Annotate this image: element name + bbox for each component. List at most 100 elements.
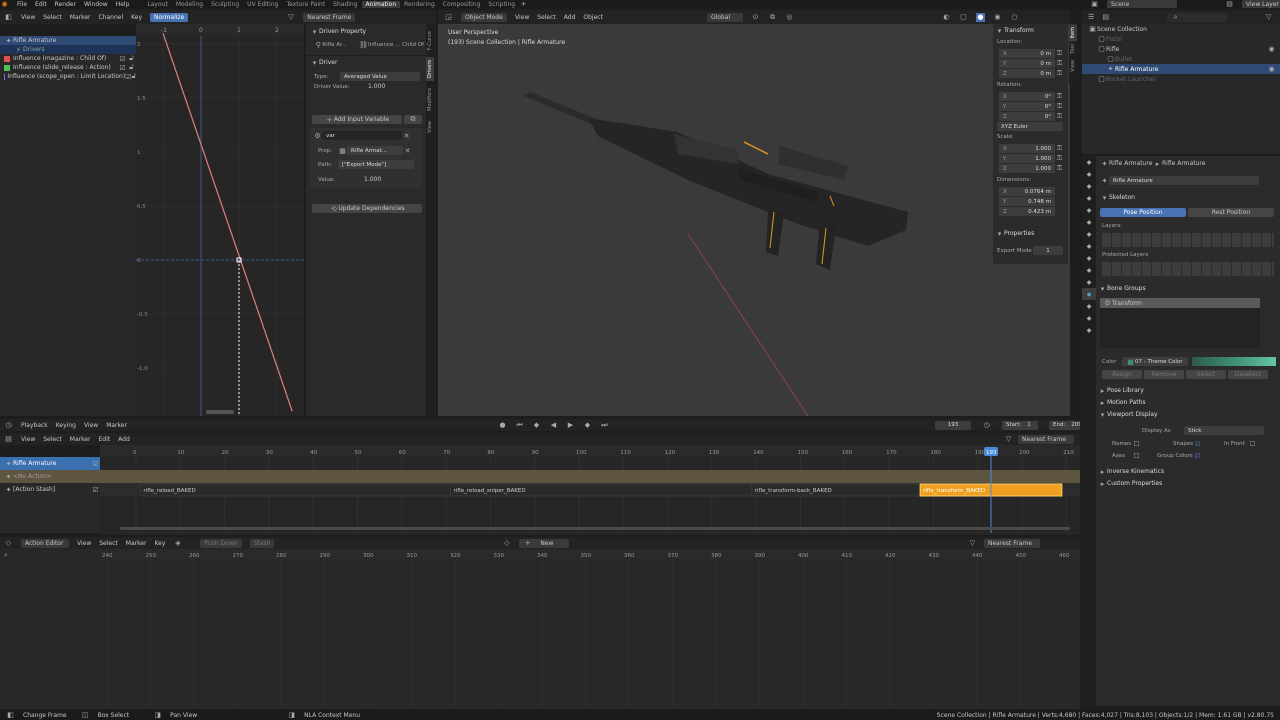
scale-x-field[interactable]: X 1.000 <box>999 144 1055 153</box>
color-set-dropdown[interactable]: ■ 07 - Theme Color <box>1122 357 1188 366</box>
view-layer-selector[interactable]: View Layer <box>1242 0 1280 8</box>
interpolation-icon[interactable]: ◈ <box>173 539 182 548</box>
variable-name-input[interactable]: var <box>322 131 402 140</box>
location-x-field[interactable]: X 0 m <box>999 49 1055 58</box>
properties-tab-bone-icon[interactable]: ◆ <box>1082 300 1096 312</box>
collapse-icon[interactable]: ▾ <box>310 27 319 36</box>
track-checkbox[interactable]: ☑ <box>91 459 100 468</box>
driver-type-dropdown[interactable]: Averaged Value <box>340 72 420 81</box>
start-frame-field[interactable]: Start: 1 <box>1002 420 1038 430</box>
lock-icon[interactable]: ⚿ <box>1055 92 1064 101</box>
rest-position-button[interactable]: Rest Position <box>1188 208 1274 217</box>
export-mode-field[interactable]: 1 <box>1033 246 1063 255</box>
nla-scrollbar[interactable] <box>120 527 1070 530</box>
menu-view[interactable]: View <box>21 14 35 21</box>
sidebar-tab-modifiers[interactable]: Modifiers <box>426 85 434 114</box>
remove-variable-icon[interactable]: ✕ <box>402 131 411 140</box>
collapse-icon[interactable]: ▾ <box>310 58 319 67</box>
outliner-item[interactable]: ▢ Pistol <box>1082 34 1280 44</box>
expand-icon[interactable]: ▸ <box>1098 398 1107 407</box>
nla-area[interactable]: 0 10 20 30 40 50 60 70 80 90 100 110 120 130 140 150 160… <box>100 445 1080 535</box>
menu-view[interactable]: View <box>515 14 529 21</box>
workspace-tab-layout[interactable]: Layout <box>143 1 171 8</box>
properties-tab-world-icon[interactable]: ◆ <box>1082 216 1096 228</box>
workspace-tab-texture-paint[interactable]: Texture Paint <box>282 1 329 8</box>
protected-layers-grid[interactable] <box>1102 262 1274 276</box>
rotation-x-field[interactable]: X 0° <box>999 92 1055 101</box>
skeleton-header[interactable]: Skeleton <box>1109 194 1135 201</box>
snap-selector[interactable]: Nearest Frame <box>303 12 356 22</box>
eye-icon[interactable]: ◉ <box>1267 65 1276 74</box>
properties-tab-object-icon[interactable]: ◆ <box>1082 228 1096 240</box>
lock-icon[interactable]: ⚿ <box>1055 49 1064 58</box>
clear-icon[interactable]: ✕ <box>403 146 412 155</box>
editor-type-icon[interactable]: ☰ <box>1088 13 1095 22</box>
menu-select[interactable]: Select <box>99 540 118 547</box>
properties-tab-output-icon[interactable]: ◆ <box>1082 180 1096 192</box>
track-checkbox[interactable]: ☑ <box>91 485 100 494</box>
nla-track[interactable]: ✦ [Action Stash] ☑ <box>0 483 100 496</box>
menu-view[interactable]: View <box>84 422 98 429</box>
menu-key[interactable]: Key <box>131 14 142 21</box>
properties-tab-physics-icon[interactable]: ◆ <box>1082 264 1096 276</box>
overlay-icon[interactable]: ◐ <box>942 13 951 22</box>
add-workspace-icon[interactable]: + <box>519 0 528 8</box>
bone-groups-header[interactable]: Bone Groups <box>1107 285 1146 292</box>
outliner-search-input[interactable]: ⌕ <box>1167 12 1228 22</box>
viewport-display-header[interactable]: Viewport Display <box>1107 411 1158 418</box>
motion-paths-header[interactable]: Motion Paths <box>1107 399 1146 406</box>
outliner-item[interactable]: ▣ Scene Collection <box>1082 24 1280 34</box>
menu-object[interactable]: Object <box>583 14 603 21</box>
play-reverse-icon[interactable]: ◀ <box>549 421 558 430</box>
clock-icon[interactable]: ◷ <box>982 421 991 430</box>
properties-tab-modifier-icon[interactable]: ◆ <box>1082 240 1096 252</box>
workspace-tab-sculpting[interactable]: Sculpting <box>207 1 243 8</box>
sidebar-tab-drivers[interactable]: Drivers <box>426 57 434 82</box>
workspace-tab-shading[interactable]: Shading <box>329 1 361 8</box>
lock-icon[interactable]: ⚿ <box>1055 144 1064 153</box>
transform-header[interactable]: Transform <box>1004 27 1034 34</box>
viewport-tab-view[interactable]: View <box>1069 57 1077 75</box>
dimensions-z-field[interactable]: Z 0.423 m <box>999 207 1055 216</box>
properties-tab-render-icon[interactable]: ◆ <box>1082 168 1096 180</box>
driver-header[interactable]: Driver <box>319 59 337 66</box>
new-action-button[interactable]: + New <box>519 538 570 548</box>
menu-view[interactable]: View <box>77 540 91 547</box>
dimensions-y-field[interactable]: Y 0.748 m <box>999 197 1055 206</box>
menu-add[interactable]: Add <box>564 14 576 21</box>
channel-item[interactable]: Influence (scope_open : Limit Location) ☑… <box>0 72 136 81</box>
collapse-icon[interactable]: ▾ <box>995 26 1004 35</box>
outliner-item[interactable]: ✦ Rifle Armature ◉ <box>1082 64 1280 74</box>
collapse-icon[interactable]: ▾ <box>1100 193 1109 202</box>
rotation-y-field[interactable]: Y 0° <box>999 102 1055 111</box>
workspace-tab-modeling[interactable]: Modeling <box>172 1 207 8</box>
menu-marker[interactable]: Marker <box>106 422 127 429</box>
outliner-item[interactable]: ▢ Rocket Launcher <box>1082 74 1280 84</box>
collapse-icon[interactable]: ▾ <box>1098 410 1107 419</box>
rotation-z-field[interactable]: Z 0° <box>999 112 1055 121</box>
driver-curve-plot[interactable]: -1 0 1 2 2 1.5 1 0.5 0 -0.5 -1.0 <box>136 24 304 416</box>
copy-paste-vars-button[interactable]: ⧉ <box>404 115 422 124</box>
lock-icon[interactable]: ⚿ <box>1055 59 1064 68</box>
menu-window[interactable]: Window <box>84 1 108 8</box>
armature-name-field[interactable]: Rifle Armature <box>1109 176 1259 185</box>
lock-icon[interactable]: ⚿ <box>1055 164 1064 173</box>
menu-channel[interactable]: Channel <box>99 14 124 21</box>
bone-group-item[interactable]: Transform <box>1112 300 1142 307</box>
nla-snap-selector[interactable]: Nearest Frame <box>1018 434 1074 444</box>
material-shading-icon[interactable]: ◉ <box>993 13 1002 22</box>
menu-marker[interactable]: Marker <box>126 540 147 547</box>
jump-start-icon[interactable]: ⏮ <box>515 421 524 430</box>
expand-icon[interactable]: ▸ <box>1098 479 1107 488</box>
sidebar-tab-f-curve[interactable]: F-Curve <box>426 28 434 53</box>
filter-icon[interactable]: ▽ <box>1004 435 1013 444</box>
push-down-button[interactable]: Push Down <box>200 538 242 548</box>
menu-edit[interactable]: Edit <box>99 436 111 443</box>
next-key-icon[interactable]: ◆ <box>583 421 592 430</box>
filter-icon[interactable]: ▽ <box>286 13 295 22</box>
eye-icon[interactable]: ◉ <box>1267 45 1276 54</box>
proportional-icon[interactable]: ◎ <box>785 13 794 22</box>
workspace-tab-rendering[interactable]: Rendering <box>400 1 439 8</box>
pose-position-button[interactable]: Pose Position <box>1100 208 1186 217</box>
driven-property-header[interactable]: Driven Property <box>319 28 366 35</box>
